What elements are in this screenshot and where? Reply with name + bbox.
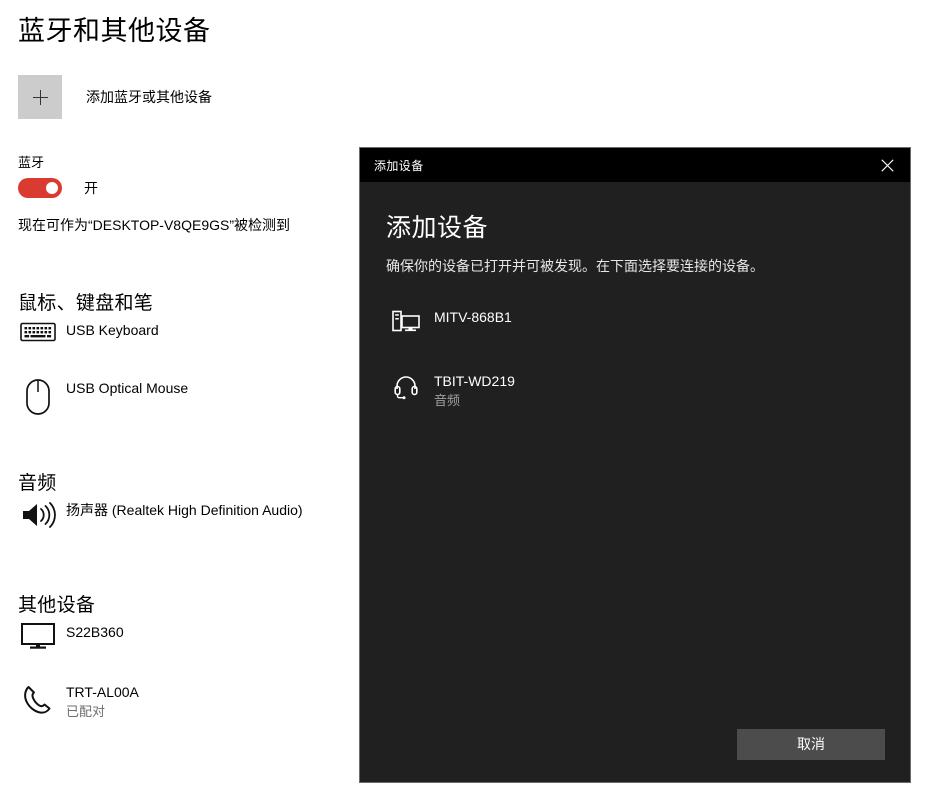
device-row-usb-keyboard[interactable]: USB Keyboard [18,320,159,344]
dialog-body: 添加设备 确保你的设备已打开并可被发现。在下面选择要连接的设备。 MITV-86… [360,182,910,706]
device-text: MITV-868B1 [434,308,512,326]
device-row-usb-optical-mouse[interactable]: USB Optical Mouse [18,378,188,416]
device-text: 扬声器 (Realtek High Definition Audio) [66,500,303,519]
discovered-device-tbit-wd219[interactable]: TBIT-WD219 音频 [386,366,884,416]
toggle-knob [46,182,58,194]
discoverable-note: 现在可作为“DESKTOP-V8QE9GS”被检测到 [18,217,291,233]
headset-icon [386,372,426,400]
device-text: USB Optical Mouse [66,378,188,397]
discovered-device-mitv-868b1[interactable]: MITV-868B1 [386,302,884,340]
screen-root: 蓝牙和其他设备 添加蓝牙或其他设备 蓝牙 开 现在可作为“DESKTOP-V8Q… [0,0,952,796]
phone-icon [18,682,58,718]
close-icon[interactable] [864,148,910,182]
device-category: 音频 [434,393,461,408]
section-title-other-devices: 其他设备 [18,595,96,616]
mouse-icon [18,378,58,416]
device-name: USB Optical Mouse [66,380,189,396]
bluetooth-toggle-state: 开 [84,180,98,196]
device-text: TBIT-WD219 音频 [434,372,515,410]
speaker-icon [18,500,58,530]
bluetooth-toggle[interactable] [18,178,62,198]
section-title-input-devices: 鼠标、键盘和笔 [18,293,154,314]
add-device-label: 添加蓝牙或其他设备 [86,89,212,105]
dialog-subtitle: 确保你的设备已打开并可被发现。在下面选择要连接的设备。 [386,258,764,274]
device-text: USB Keyboard [66,320,159,339]
desktop-pc-icon [386,308,426,334]
device-name: MITV-868B1 [434,309,512,325]
device-name: USB Keyboard [66,322,159,338]
device-name: TBIT-WD219 [434,373,515,389]
plus-glyph [32,89,48,105]
dialog-heading: 添加设备 [386,214,489,242]
device-name: TRT-AL00A [66,684,139,700]
plus-icon [18,75,62,119]
section-title-audio: 音频 [18,473,57,494]
add-device-dialog: 添加设备 添加设备 确保你的设备已打开并可被发现。在下面选择要连接的设备。 MI… [360,148,910,782]
discovered-device-list: MITV-868B1 TBIT-WD219 音频 [386,302,884,416]
device-name: 扬声器 (Realtek High Definition Audio) [66,502,303,518]
dialog-footer: 取消 [360,706,910,782]
device-text: TRT-AL00A 已配对 [66,682,139,721]
bluetooth-label: 蓝牙 [18,155,45,170]
device-text: S22B360 [66,622,124,641]
bluetooth-toggle-row[interactable]: 开 [18,178,98,198]
cancel-button[interactable]: 取消 [737,728,885,760]
dialog-titlebar: 添加设备 [360,148,910,182]
device-row-trt-al00a[interactable]: TRT-AL00A 已配对 [18,682,139,721]
monitor-icon [18,622,58,650]
page-title: 蓝牙和其他设备 [18,16,211,46]
device-name: S22B360 [66,624,124,640]
device-row-s22b360[interactable]: S22B360 [18,622,124,650]
add-bluetooth-or-other-device-button[interactable]: 添加蓝牙或其他设备 [18,75,212,119]
device-status: 已配对 [66,704,106,719]
dialog-titlebar-title: 添加设备 [374,158,424,173]
keyboard-icon [18,320,58,344]
device-row-speaker[interactable]: 扬声器 (Realtek High Definition Audio) [18,500,303,530]
